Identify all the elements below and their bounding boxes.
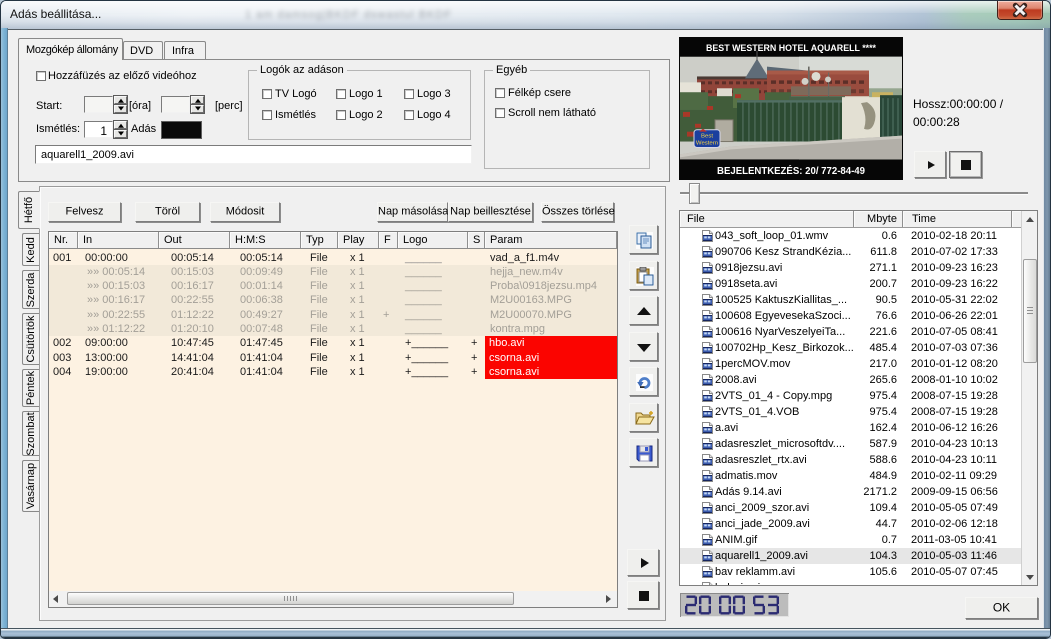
svg-text:Western: Western [696, 141, 718, 147]
svg-text:Best: Best [701, 134, 713, 140]
svg-text:BEJELENTKEZÉS: 20/ 772-84-49: BEJELENTKEZÉS: 20/ 772-84-49 [717, 164, 865, 177]
svg-text:BEST WESTERN HOTEL AQUARELL **: BEST WESTERN HOTEL AQUARELL **** [706, 42, 876, 53]
